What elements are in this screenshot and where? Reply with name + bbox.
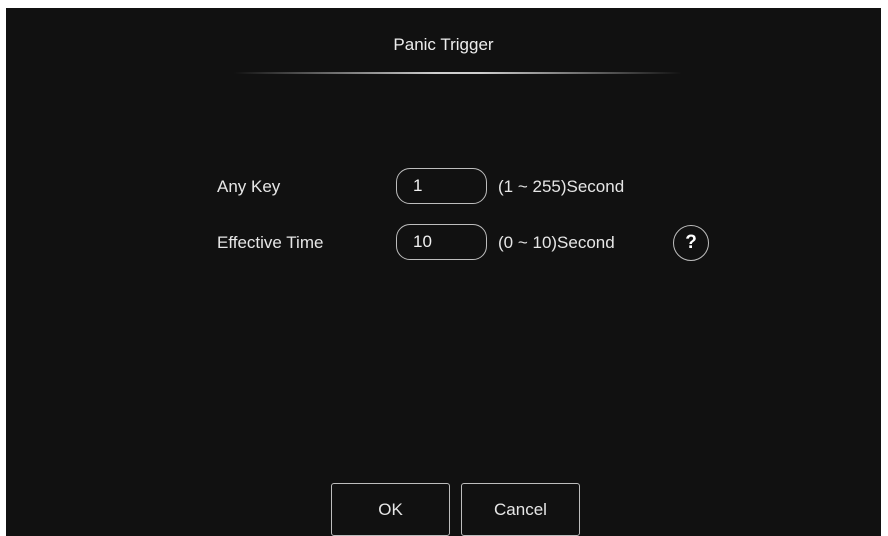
any-key-label: Any Key <box>217 177 281 196</box>
panic-trigger-dialog: Panic Trigger Any Key (1 ~ 255)Second Ef… <box>6 8 881 536</box>
cancel-button[interactable]: Cancel <box>461 483 580 536</box>
any-key-range-hint: (1 ~ 255)Second <box>498 177 625 196</box>
question-mark-icon[interactable]: ? <box>673 225 709 261</box>
dialog-title: Panic Trigger <box>393 35 494 54</box>
effective-time-label: Effective Time <box>217 233 324 252</box>
effective-time-input[interactable] <box>396 224 487 260</box>
ok-button[interactable]: OK <box>331 483 450 536</box>
effective-time-range-hint: (0 ~ 10)Second <box>498 233 615 252</box>
title-divider <box>234 72 682 74</box>
any-key-input[interactable] <box>396 168 487 204</box>
